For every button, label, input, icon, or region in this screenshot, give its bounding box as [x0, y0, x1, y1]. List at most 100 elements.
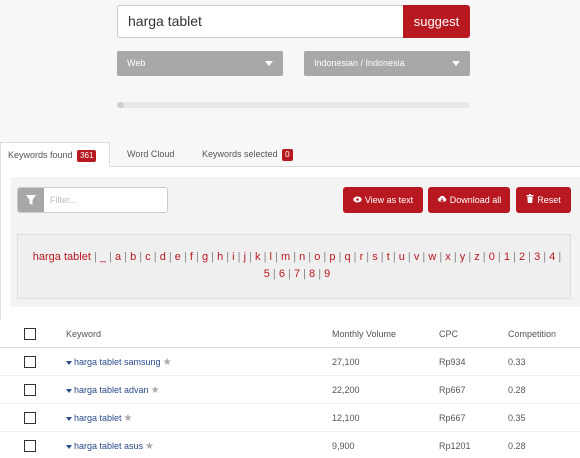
search-input[interactable]: harga tablet: [117, 5, 403, 38]
tab-label: Keywords found: [8, 150, 73, 160]
alphabet-separator: |: [150, 251, 160, 263]
alphabet-separator: |: [260, 251, 270, 263]
tab-keywords-found[interactable]: Keywords found 361: [0, 142, 110, 167]
trash-icon: [526, 187, 534, 213]
alphabet-separator: |: [121, 251, 131, 263]
source-select[interactable]: Web: [117, 51, 283, 76]
star-icon[interactable]: ★: [163, 357, 172, 368]
keyword-cell[interactable]: harga tablet asus ★: [66, 432, 154, 458]
caret-down-icon[interactable]: [66, 360, 72, 365]
alphabet-separator: |: [300, 268, 310, 280]
tab-bar: Keywords found 361 Word Cloud Keywords s…: [0, 142, 580, 167]
tab-keywords-selected[interactable]: Keywords selected 0: [202, 142, 293, 167]
keyword-link[interactable]: harga tablet advan: [74, 385, 149, 395]
caret-down-icon[interactable]: [66, 444, 72, 449]
star-icon[interactable]: ★: [124, 413, 133, 424]
competition-cell: 0.35: [508, 413, 526, 423]
alphabet-separator: |: [465, 251, 475, 263]
alphabet-separator: |: [436, 251, 446, 263]
header-competition[interactable]: Competition: [508, 320, 556, 348]
tab-word-cloud[interactable]: Word Cloud: [127, 142, 174, 167]
alphabet-separator: |: [234, 251, 244, 263]
alphabet-filter: harga tablet | _ | a | b | c | d | e | f…: [17, 234, 571, 299]
tab-label: Keywords selected: [202, 149, 278, 159]
download-all-label: Download all: [449, 195, 502, 205]
keyword-link[interactable]: harga tablet asus: [74, 441, 143, 451]
select-all-checkbox[interactable]: [24, 328, 36, 340]
alphabet-separator: |: [479, 251, 489, 263]
keyword-cell[interactable]: harga tablet advan ★: [66, 376, 160, 404]
filter-icon: [18, 188, 44, 212]
alphabet-separator: |: [363, 251, 373, 263]
alphabet-separator: |: [450, 251, 460, 263]
keyword-cell[interactable]: harga tablet samsung ★: [66, 348, 172, 376]
alphabet-separator: |: [246, 251, 256, 263]
cloud-download-icon: [437, 187, 447, 213]
alphabet-separator: |: [320, 251, 330, 263]
competition-cell: 0.28: [508, 441, 526, 451]
filter-field[interactable]: Filter...: [17, 187, 168, 213]
volume-cell: 9,900: [332, 441, 355, 451]
alphabet-separator: |: [208, 251, 218, 263]
eye-icon: [353, 187, 362, 213]
alphabet-separator: |: [494, 251, 504, 263]
table-row: harga tablet advan ★ 22,200 Rp667 0.28: [0, 376, 580, 404]
reset-label: Reset: [537, 195, 561, 205]
chevron-down-icon: [265, 61, 273, 66]
suggest-button[interactable]: suggest: [403, 5, 470, 38]
volume-cell: 12,100: [332, 413, 360, 423]
competition-cell: 0.28: [508, 385, 526, 395]
alphabet-link[interactable]: m: [281, 251, 290, 263]
alphabet-separator: |: [290, 251, 300, 263]
alphabet-lead-link[interactable]: harga tablet: [33, 251, 91, 263]
alphabet-separator: |: [555, 251, 562, 263]
keyword-cell[interactable]: harga tablet ★: [66, 404, 133, 432]
view-as-text-label: View as text: [364, 195, 414, 205]
alphabet-separator: |: [223, 251, 233, 263]
keyword-link[interactable]: harga tablet samsung: [74, 357, 161, 367]
source-select-value: Web: [127, 58, 146, 68]
cpc-cell: Rp667: [439, 385, 466, 395]
header-monthly-volume[interactable]: Monthly Volume: [332, 320, 396, 348]
caret-down-icon[interactable]: [66, 416, 72, 421]
language-select[interactable]: Indonesian / Indonesia: [304, 51, 470, 76]
view-as-text-button[interactable]: View as text: [343, 187, 423, 213]
alphabet-separator: |: [269, 268, 279, 280]
alphabet-separator: |: [540, 251, 550, 263]
alphabet-separator: |: [305, 251, 315, 263]
header-keyword[interactable]: Keyword: [66, 320, 101, 348]
alphabet-separator: |: [180, 251, 190, 263]
chevron-down-icon: [452, 61, 460, 66]
row-checkbox[interactable]: [24, 440, 36, 452]
filter-input[interactable]: Filter...: [50, 188, 160, 212]
table-header: Keyword Monthly Volume CPC Competition: [0, 320, 580, 348]
alphabet-link[interactable]: 9: [324, 268, 330, 280]
cpc-cell: Rp667: [439, 413, 466, 423]
row-checkbox[interactable]: [24, 412, 36, 424]
selected-count-badge: 0: [282, 148, 293, 161]
volume-cell: 22,200: [332, 385, 360, 395]
alphabet-separator: |: [377, 251, 387, 263]
progress-fill: [117, 102, 125, 108]
progress-bar: [117, 102, 470, 108]
table-row: harga tablet ★ 12,100 Rp667 0.35: [0, 404, 580, 432]
caret-down-icon[interactable]: [66, 388, 72, 393]
table-row: harga tablet asus ★ 9,900 Rp1201 0.28: [0, 432, 580, 458]
alphabet-separator: |: [315, 268, 325, 280]
row-checkbox[interactable]: [24, 356, 36, 368]
cpc-cell: Rp1201: [439, 441, 471, 451]
alphabet-separator: |: [509, 251, 519, 263]
star-icon[interactable]: ★: [151, 385, 160, 396]
keyword-link[interactable]: harga tablet: [74, 413, 122, 423]
star-icon[interactable]: ★: [145, 441, 154, 452]
alphabet-separator: |: [350, 251, 360, 263]
language-select-value: Indonesian / Indonesia: [314, 58, 405, 68]
download-all-button[interactable]: Download all: [428, 187, 510, 213]
row-checkbox[interactable]: [24, 384, 36, 396]
competition-cell: 0.33: [508, 357, 526, 367]
table-row: harga tablet samsung ★ 27,100 Rp934 0.33: [0, 348, 580, 376]
header-cpc[interactable]: CPC: [439, 320, 458, 348]
alphabet-separator: |: [192, 251, 202, 263]
reset-button[interactable]: Reset: [516, 187, 571, 213]
alphabet-separator: |: [136, 251, 146, 263]
